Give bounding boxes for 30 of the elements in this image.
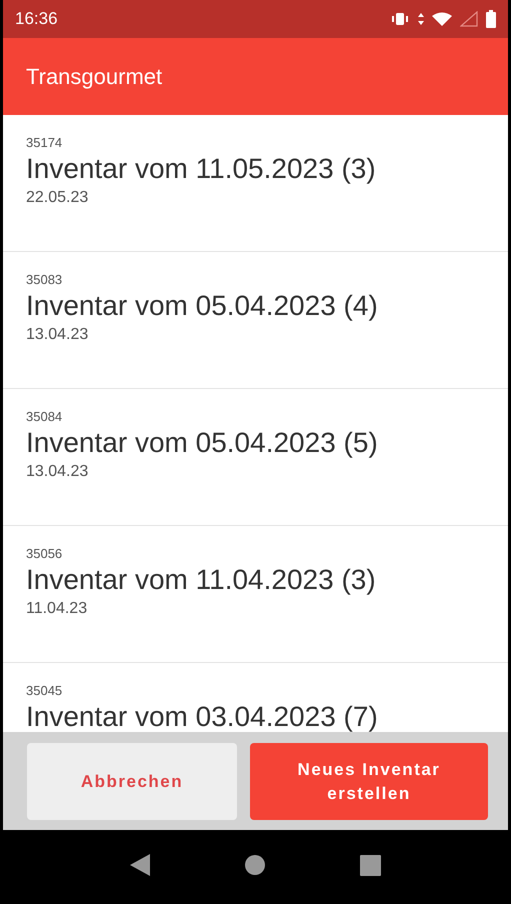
inventory-title: Inventar vom 05.04.2023 (4): [26, 289, 379, 323]
inventory-number: 35056: [26, 546, 64, 561]
data-arrows-icon: [418, 12, 424, 26]
home-icon[interactable]: [245, 855, 265, 875]
cancel-button[interactable]: Abbrechen: [27, 743, 237, 820]
inventory-number: 35083: [26, 272, 64, 287]
inventory-item[interactable]: 35084 Inventar vom 05.04.2023 (5) 13.04.23: [3, 389, 508, 526]
inventory-date: 13.04.23: [26, 325, 90, 345]
signal-icon: [460, 11, 478, 27]
inventory-item[interactable]: 35174 Inventar vom 11.05.2023 (3) 22.05.23: [3, 115, 508, 252]
inventory-item[interactable]: 35056 Inventar vom 11.04.2023 (3) 11.04.23: [3, 526, 508, 663]
app-title: Transgourmet: [26, 63, 162, 91]
inventory-title: Inventar vom 03.04.2023 (7): [26, 700, 379, 732]
inventory-title: Inventar vom 11.04.2023 (3): [26, 563, 377, 597]
status-time: 16:36: [15, 8, 58, 30]
inventory-number: 35084: [26, 409, 64, 424]
recents-icon[interactable]: [360, 854, 381, 876]
inventory-date: 13.04.23: [26, 462, 90, 482]
battery-icon: [486, 10, 496, 28]
back-icon[interactable]: [130, 854, 150, 876]
inventory-title: Inventar vom 05.04.2023 (5): [26, 426, 379, 460]
inventory-number: 35045: [26, 683, 64, 698]
vibrate-icon: [390, 12, 410, 26]
inventory-item[interactable]: 35083 Inventar vom 05.04.2023 (4) 13.04.23: [3, 252, 508, 389]
create-button[interactable]: Neues Inventar erstellen: [250, 743, 488, 820]
inventory-date: 11.04.23: [26, 599, 88, 619]
wifi-icon: [432, 12, 452, 26]
inventory-number: 35174: [26, 135, 64, 150]
inventory-date: 22.05.23: [26, 188, 90, 208]
inventory-title: Inventar vom 11.05.2023 (3): [26, 152, 377, 186]
